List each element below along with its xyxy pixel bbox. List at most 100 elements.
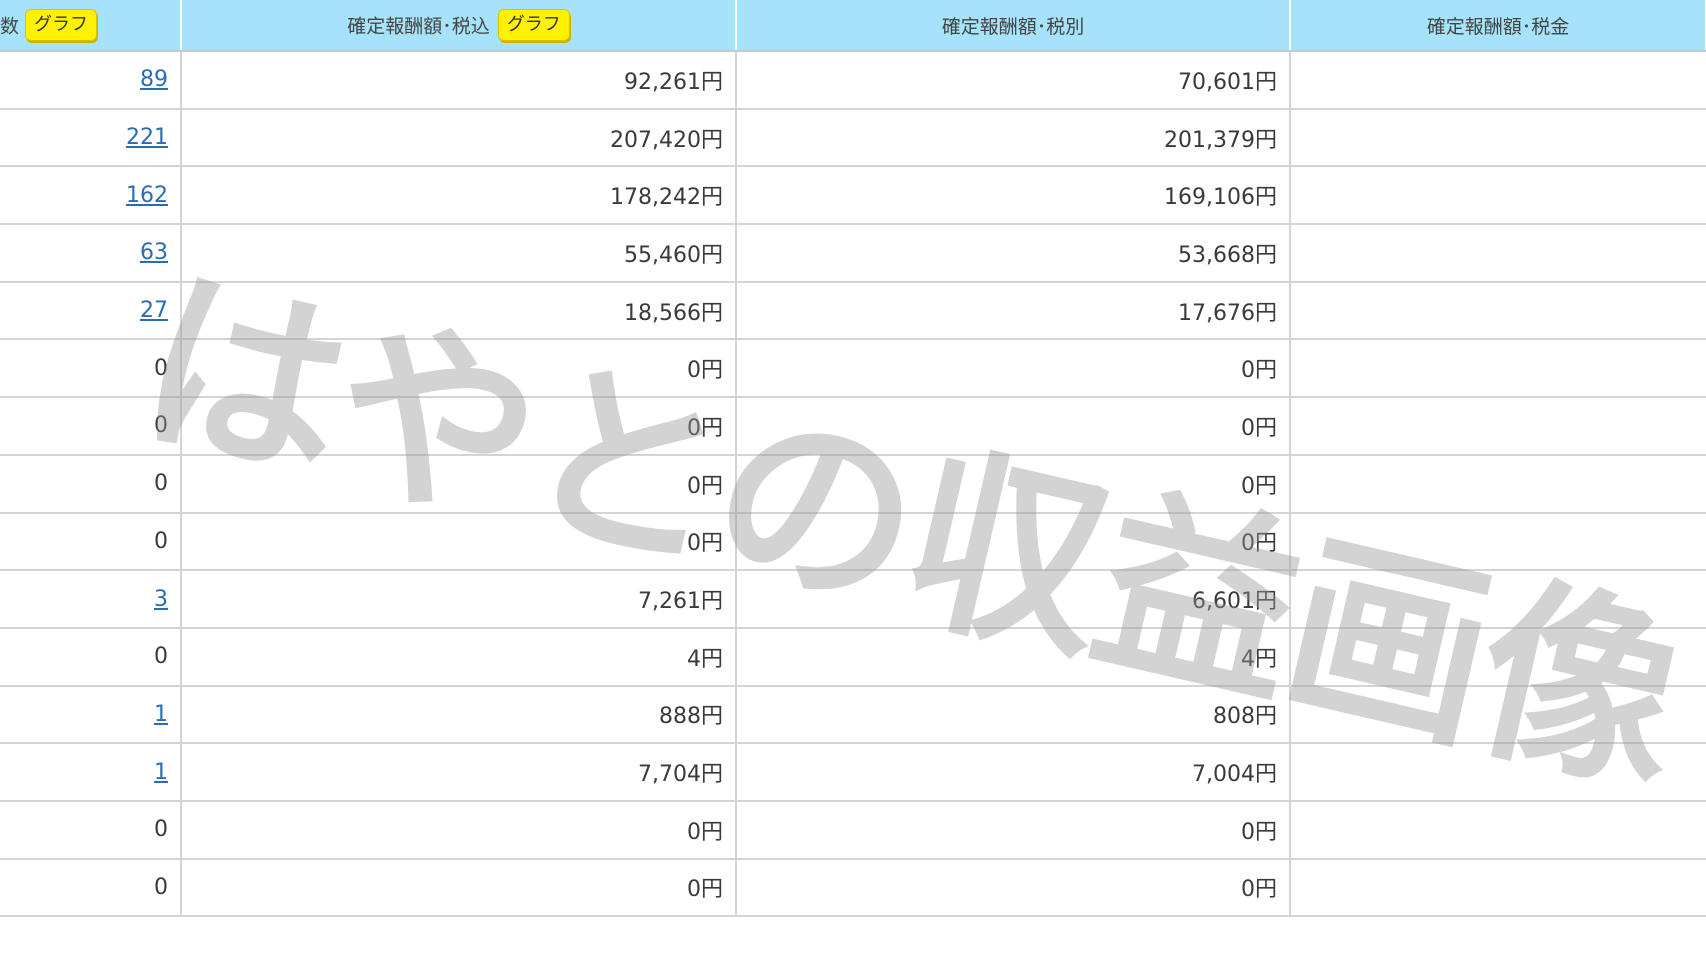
cell-confirmed-excl-tax: 53,668円 bbox=[736, 224, 1291, 283]
cell-confirmed-tax bbox=[1290, 108, 1706, 168]
cell-confirmed-incl-tax: 0円 bbox=[181, 339, 737, 399]
commission-report-table: 数グラフ 確定報酬額･税込 グラフ 確定報酬額･税別 確定報酬額･税金 89 92,… bbox=[0, 0, 1706, 918]
cell-count: 0 bbox=[0, 397, 182, 456]
cell-confirmed-tax bbox=[1290, 512, 1706, 572]
table-row: 221 207,420円 201,379円 bbox=[0, 108, 1706, 168]
cell-confirmed-incl-tax: 0円 bbox=[181, 512, 737, 572]
header-confirmed-excl-tax-label: 確定報酬額･税別 bbox=[941, 15, 1085, 38]
cell-confirmed-incl-tax: 0円 bbox=[181, 800, 737, 860]
cell-confirmed-tax bbox=[1290, 627, 1706, 687]
cell-confirmed-incl-tax: 4円 bbox=[181, 627, 737, 687]
cell-confirmed-tax bbox=[1290, 570, 1706, 629]
cell-confirmed-excl-tax: 4円 bbox=[736, 627, 1291, 687]
count-link[interactable]: 221 bbox=[126, 125, 168, 150]
cell-count: 1 bbox=[0, 685, 182, 745]
cell-confirmed-excl-tax: 201,379円 bbox=[736, 108, 1291, 168]
report-page: 数グラフ 確定報酬額･税込 グラフ 確定報酬額･税別 確定報酬額･税金 89 92,… bbox=[0, 0, 1706, 960]
table-row: 3 7,261円 6,601円 bbox=[0, 570, 1706, 629]
count-link[interactable]: 63 bbox=[140, 240, 168, 265]
confirmed-incl-tax-graph-button[interactable]: グラフ bbox=[497, 9, 570, 41]
cell-count: 162 bbox=[0, 166, 182, 226]
count-graph-button[interactable]: グラフ bbox=[25, 9, 98, 41]
cell-confirmed-tax bbox=[1290, 397, 1706, 456]
cell-confirmed-incl-tax: 0円 bbox=[181, 397, 737, 456]
count-value: 0 bbox=[154, 528, 168, 554]
count-value: 0 bbox=[154, 817, 168, 843]
cell-count: 221 bbox=[0, 108, 182, 168]
cell-confirmed-incl-tax: 178,242円 bbox=[181, 166, 737, 226]
header-count-label: 数 bbox=[0, 15, 20, 38]
header-confirmed-incl-tax-label: 確定報酬額･税込 bbox=[347, 15, 490, 38]
table-row: 0 0円 0円 bbox=[0, 512, 1706, 572]
count-value: 0 bbox=[154, 355, 168, 381]
count-value: 0 bbox=[154, 874, 168, 900]
count-value: 0 bbox=[154, 413, 168, 439]
cell-confirmed-tax bbox=[1290, 800, 1706, 860]
cell-confirmed-excl-tax: 0円 bbox=[736, 858, 1291, 918]
cell-confirmed-excl-tax: 70,601円 bbox=[736, 51, 1291, 110]
cell-confirmed-incl-tax: 0円 bbox=[181, 454, 737, 514]
cell-confirmed-incl-tax: 55,460円 bbox=[181, 224, 737, 283]
table-row: 27 18,566円 17,676円 bbox=[0, 281, 1706, 341]
table-row: 0 0円 0円 bbox=[0, 800, 1706, 860]
cell-confirmed-tax bbox=[1290, 166, 1706, 226]
cell-confirmed-tax bbox=[1290, 743, 1706, 802]
cell-confirmed-excl-tax: 169,106円 bbox=[736, 166, 1291, 226]
table-header-row: 数グラフ 確定報酬額･税込 グラフ 確定報酬額･税別 確定報酬額･税金 bbox=[0, 0, 1706, 52]
table-row: 1 888円 808円 bbox=[0, 685, 1706, 745]
cell-count: 0 bbox=[0, 339, 182, 399]
cell-confirmed-tax bbox=[1290, 224, 1706, 283]
cell-confirmed-tax bbox=[1290, 51, 1706, 110]
count-value: 0 bbox=[154, 644, 168, 670]
cell-confirmed-excl-tax: 0円 bbox=[736, 397, 1291, 456]
table-row: 0 0円 0円 bbox=[0, 397, 1706, 456]
header-confirmed-excl-tax: 確定報酬額･税別 bbox=[736, 0, 1291, 52]
cell-confirmed-incl-tax: 18,566円 bbox=[181, 281, 737, 341]
cell-count: 1 bbox=[0, 743, 182, 802]
header-confirmed-tax: 確定報酬額･税金 bbox=[1290, 0, 1706, 52]
table-row: 0 0円 0円 bbox=[0, 339, 1706, 399]
cell-count: 27 bbox=[0, 281, 182, 341]
cell-count: 0 bbox=[0, 627, 182, 687]
table-row: 0 0円 0円 bbox=[0, 454, 1706, 514]
cell-count: 3 bbox=[0, 570, 182, 629]
cell-confirmed-tax bbox=[1290, 858, 1706, 918]
cell-confirmed-excl-tax: 0円 bbox=[736, 800, 1291, 860]
cell-confirmed-incl-tax: 0円 bbox=[181, 858, 737, 918]
count-link[interactable]: 3 bbox=[154, 587, 168, 612]
header-count: 数グラフ bbox=[0, 0, 182, 52]
header-confirmed-tax-label: 確定報酬額･税金 bbox=[1426, 15, 1570, 38]
cell-confirmed-excl-tax: 0円 bbox=[736, 512, 1291, 572]
cell-confirmed-incl-tax: 888円 bbox=[181, 685, 737, 745]
table-row: 0 4円 4円 bbox=[0, 627, 1706, 687]
cell-confirmed-incl-tax: 7,261円 bbox=[181, 570, 737, 629]
cell-count: 63 bbox=[0, 224, 182, 283]
table-row: 89 92,261円 70,601円 bbox=[0, 51, 1706, 110]
table-body: 89 92,261円 70,601円 221 207,420円 201,379円 162 17… bbox=[0, 51, 1706, 918]
count-link[interactable]: 162 bbox=[126, 183, 168, 208]
cell-count: 0 bbox=[0, 800, 182, 860]
cell-confirmed-incl-tax: 92,261円 bbox=[181, 51, 737, 110]
table-row: 1 7,704円 7,004円 bbox=[0, 743, 1706, 802]
cell-confirmed-tax bbox=[1290, 281, 1706, 341]
table-row: 162 178,242円 169,106円 bbox=[0, 166, 1706, 226]
table-row: 0 0円 0円 bbox=[0, 858, 1706, 918]
cell-confirmed-incl-tax: 7,704円 bbox=[181, 743, 737, 802]
count-link[interactable]: 1 bbox=[154, 760, 168, 785]
count-link[interactable]: 27 bbox=[140, 298, 168, 323]
cell-confirmed-excl-tax: 808円 bbox=[736, 685, 1291, 745]
cell-confirmed-excl-tax: 7,004円 bbox=[736, 743, 1291, 802]
count-link[interactable]: 1 bbox=[154, 702, 168, 727]
count-value: 0 bbox=[154, 471, 168, 497]
cell-confirmed-excl-tax: 0円 bbox=[736, 339, 1291, 399]
cell-count: 0 bbox=[0, 858, 182, 918]
header-confirmed-incl-tax: 確定報酬額･税込 グラフ bbox=[181, 0, 737, 52]
cell-confirmed-tax bbox=[1290, 685, 1706, 745]
cell-confirmed-tax bbox=[1290, 339, 1706, 399]
count-link[interactable]: 89 bbox=[140, 67, 168, 92]
table-row: 63 55,460円 53,668円 bbox=[0, 224, 1706, 283]
cell-confirmed-incl-tax: 207,420円 bbox=[181, 108, 737, 168]
cell-confirmed-excl-tax: 6,601円 bbox=[736, 570, 1291, 629]
cell-confirmed-excl-tax: 17,676円 bbox=[736, 281, 1291, 341]
cell-count: 0 bbox=[0, 454, 182, 514]
